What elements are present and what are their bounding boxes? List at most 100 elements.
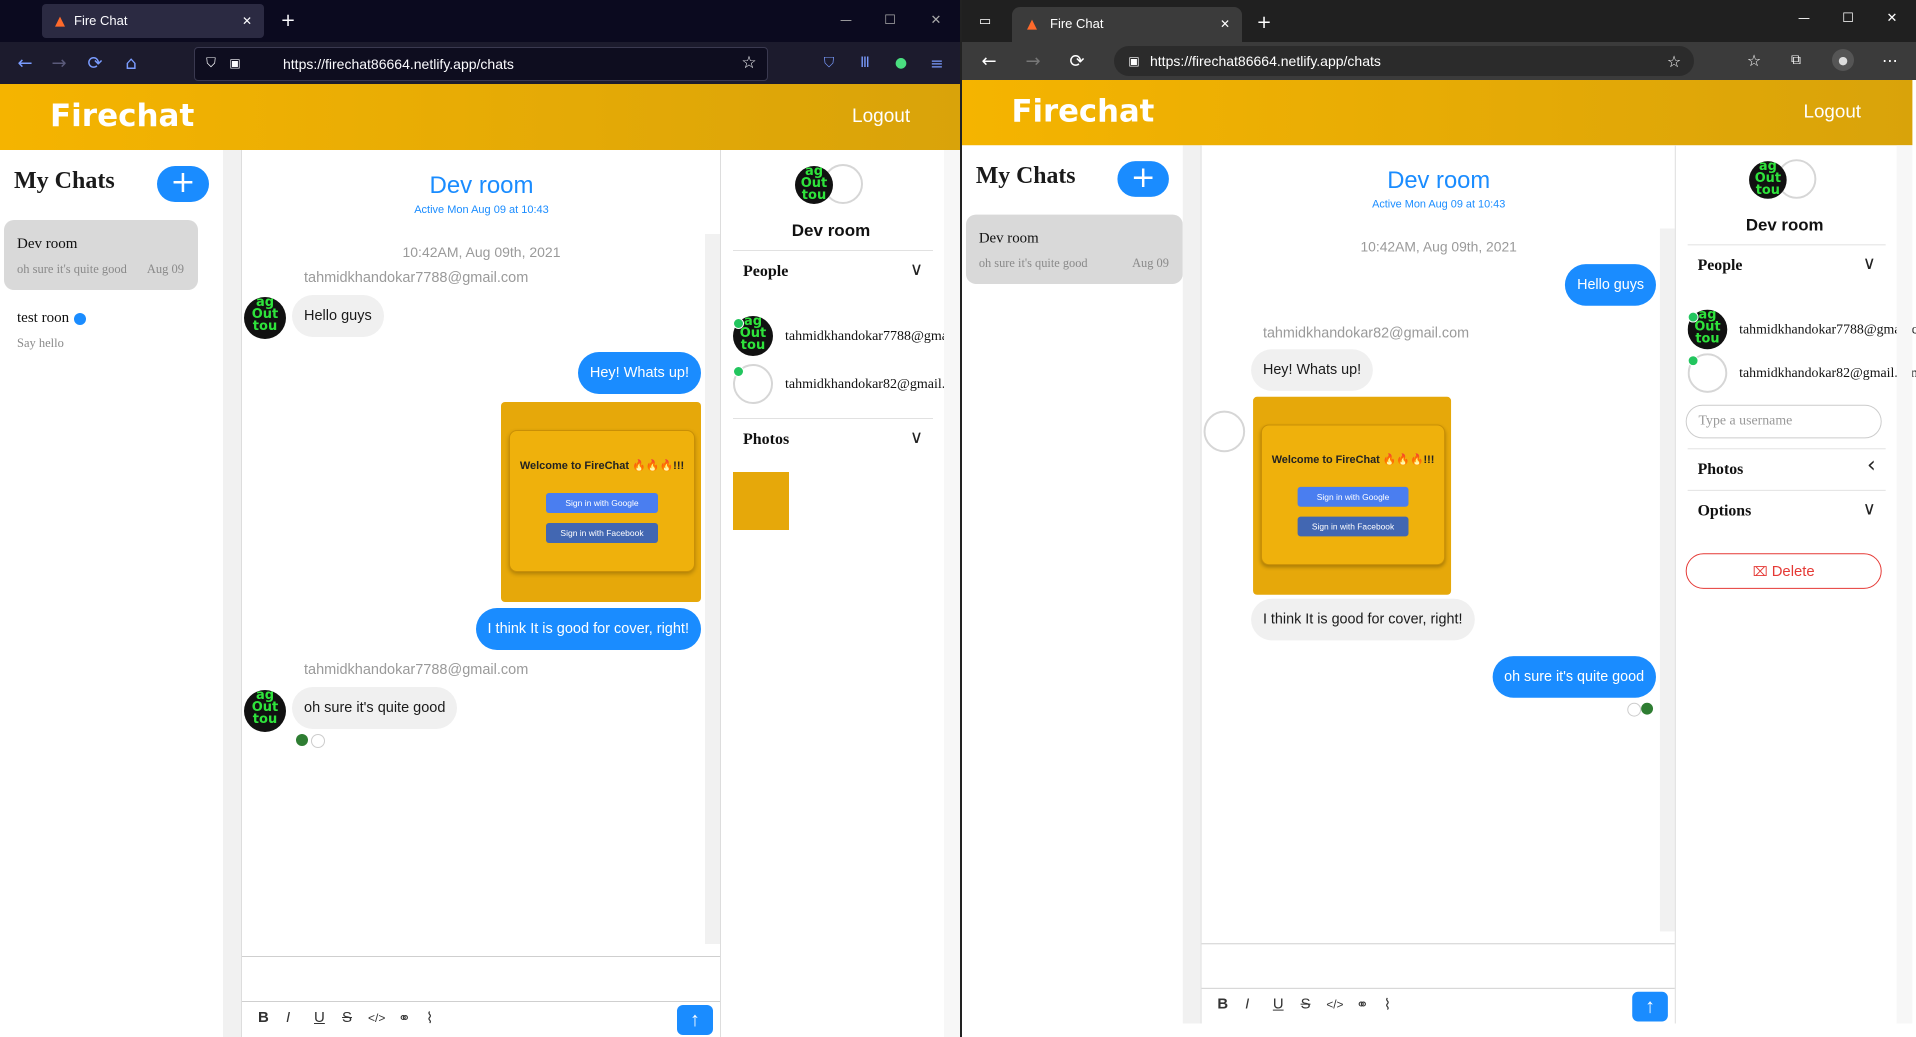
- brand-logo[interactable]: Firechat: [50, 98, 194, 134]
- link-icon[interactable]: ⚭: [1356, 996, 1368, 1014]
- maximize-icon[interactable]: ☐: [880, 10, 900, 30]
- attachment-icon[interactable]: ⌇: [1384, 996, 1391, 1014]
- message-bubble-out: Hey! Whats up!: [577, 352, 701, 394]
- forward-icon[interactable]: →: [48, 52, 70, 74]
- code-icon[interactable]: </>: [1326, 998, 1343, 1012]
- new-tab-icon[interactable]: +: [1254, 12, 1274, 33]
- read-receipt-avatar: [296, 734, 308, 746]
- bookmark-star-icon[interactable]: ☆: [739, 53, 759, 73]
- minimize-icon[interactable]: —: [1794, 8, 1814, 28]
- photos-section-header[interactable]: Photos ‹: [1687, 448, 1886, 493]
- underline-icon[interactable]: U: [314, 1009, 325, 1026]
- member-row[interactable]: tahmidkhandokar82@gmail.com: [733, 364, 960, 408]
- send-button[interactable]: ↑: [677, 1005, 713, 1035]
- page-scrollbar[interactable]: [1896, 145, 1913, 1024]
- my-chats-title: My Chats: [975, 163, 1076, 189]
- send-button[interactable]: ↑: [1632, 991, 1668, 1022]
- flame-favicon-icon: ▲: [1027, 16, 1037, 32]
- photo-thumbnail[interactable]: [733, 472, 789, 530]
- url-text: https://firechat86664.netlify.app/chats: [283, 56, 514, 72]
- conversation-panel: Dev room Active Mon Aug 09 at 10:43 10:4…: [241, 150, 721, 1037]
- logout-button[interactable]: Logout: [852, 106, 910, 128]
- profile-avatar-icon[interactable]: ●: [1832, 49, 1854, 71]
- brand-logo[interactable]: Firechat: [1012, 94, 1155, 130]
- tab-actions-icon[interactable]: ▭: [976, 12, 994, 30]
- room-status: Active Mon Aug 09 at 10:43: [414, 204, 549, 216]
- member-row[interactable]: agOuttou tahmidkhandokar7788@gmail.com: [733, 316, 960, 360]
- italic-icon[interactable]: I: [1245, 996, 1249, 1013]
- menu-icon[interactable]: ≡: [928, 54, 946, 73]
- sidebar-scrollbar[interactable]: [223, 150, 241, 1037]
- message-input[interactable]: [1201, 943, 1676, 989]
- forward-icon[interactable]: →: [1022, 50, 1044, 72]
- back-icon[interactable]: ←: [14, 52, 36, 74]
- online-indicator: [733, 366, 744, 377]
- delete-room-button[interactable]: ⌧ Delete: [1685, 553, 1882, 589]
- pocket-icon[interactable]: ⛉: [820, 54, 838, 72]
- bold-icon[interactable]: B: [1217, 996, 1228, 1013]
- message-sender: tahmidkhandokar82@gmail.com: [1262, 325, 1470, 342]
- reload-icon[interactable]: ⟳: [84, 52, 106, 74]
- underline-icon[interactable]: U: [1273, 996, 1284, 1013]
- photos-section-header[interactable]: Photos ∨: [733, 418, 933, 463]
- username-input[interactable]: Type a username: [1685, 404, 1882, 439]
- people-section-header[interactable]: People ∨: [733, 250, 933, 295]
- favorites-icon[interactable]: ☆: [1744, 50, 1764, 70]
- user-avatar: ag Out tou: [244, 690, 286, 732]
- settings-menu-icon[interactable]: ⋯: [1880, 50, 1900, 70]
- messages-scrollbar[interactable]: [705, 234, 721, 944]
- chat-item-test-roon[interactable]: test roon Say hello: [4, 294, 198, 364]
- maximize-icon[interactable]: ☐: [1838, 8, 1858, 28]
- page-scrollbar[interactable]: [944, 150, 960, 1037]
- google-signin-image-button: Sign in with Google: [546, 493, 658, 513]
- browser-tab[interactable]: ▲ Fire Chat ✕: [42, 4, 264, 38]
- strikethrough-icon[interactable]: S: [342, 1009, 352, 1026]
- message-input[interactable]: [242, 956, 721, 1002]
- attachment-icon[interactable]: ⌇: [426, 1009, 433, 1027]
- close-tab-icon[interactable]: ✕: [1216, 15, 1234, 33]
- strikethrough-icon[interactable]: S: [1301, 996, 1311, 1013]
- lock-icon: ▣: [229, 56, 241, 70]
- delete-label: Delete: [1771, 563, 1815, 580]
- chat-item-dev-room[interactable]: Dev room oh sure it's quite good Aug 09: [965, 214, 1183, 284]
- minimize-icon[interactable]: —: [836, 10, 856, 30]
- italic-icon[interactable]: I: [286, 1009, 290, 1026]
- chat-item-dev-room[interactable]: Dev room oh sure it's quite good Aug 09: [4, 220, 198, 290]
- browser-tab[interactable]: ▲ Fire Chat ✕: [1012, 7, 1242, 42]
- new-tab-icon[interactable]: +: [278, 10, 298, 31]
- home-icon[interactable]: ⌂: [120, 52, 142, 74]
- people-section-header[interactable]: People ∨: [1687, 244, 1886, 289]
- collections-icon[interactable]: ⧉: [1786, 50, 1806, 70]
- bold-icon[interactable]: B: [258, 1009, 269, 1026]
- close-tab-icon[interactable]: ✕: [238, 12, 256, 30]
- room-title: Dev room: [1387, 167, 1491, 194]
- tab-strip: ▭ ▲ Fire Chat ✕ + — ☐ ✕: [962, 0, 1916, 42]
- member-avatar: ag Out tou: [795, 166, 833, 204]
- library-icon[interactable]: Ⅲ: [856, 54, 874, 72]
- add-favorite-icon[interactable]: ☆: [1664, 51, 1684, 71]
- options-section-header[interactable]: Options ∨: [1687, 489, 1886, 535]
- image-message[interactable]: Welcome to FireChat 🔥🔥🔥!!! Sign in with …: [501, 402, 701, 602]
- logout-button[interactable]: Logout: [1804, 102, 1862, 124]
- new-chat-button[interactable]: +: [1117, 161, 1169, 197]
- unread-dot: [74, 312, 87, 325]
- link-icon[interactable]: ⚭: [398, 1009, 411, 1027]
- extension-icon[interactable]: ●: [892, 54, 910, 72]
- message-sender: tahmidkhandokar7788@gmail.com: [304, 662, 529, 678]
- app-header: Firechat Logout: [962, 80, 1913, 146]
- member-row[interactable]: tahmidkhandokar82@gmail.com: [1687, 353, 1916, 397]
- back-icon[interactable]: ←: [978, 50, 1000, 72]
- sidebar-scrollbar[interactable]: [1182, 145, 1201, 1024]
- close-window-icon[interactable]: ✕: [1882, 8, 1902, 28]
- image-message[interactable]: Welcome to FireChat 🔥🔥🔥!!! Sign in with …: [1253, 396, 1452, 595]
- reload-icon[interactable]: ⟳: [1066, 50, 1088, 72]
- address-bar[interactable]: ⛉ ▣ https://firechat86664.netlify.app/ch…: [194, 47, 768, 81]
- close-window-icon[interactable]: ✕: [926, 10, 946, 30]
- options-label: Options: [1697, 502, 1752, 520]
- member-row[interactable]: agOuttou tahmidkhandokar7788@gmail.com: [1687, 309, 1916, 354]
- code-icon[interactable]: </>: [368, 1011, 385, 1025]
- messages-scrollbar[interactable]: [1659, 228, 1676, 932]
- conversation-panel: Dev room Active Mon Aug 09 at 10:43 10:4…: [1200, 145, 1676, 1024]
- new-chat-button[interactable]: +: [157, 166, 209, 202]
- address-bar[interactable]: ▣ https://firechat86664.netlify.app/chat…: [1114, 46, 1694, 76]
